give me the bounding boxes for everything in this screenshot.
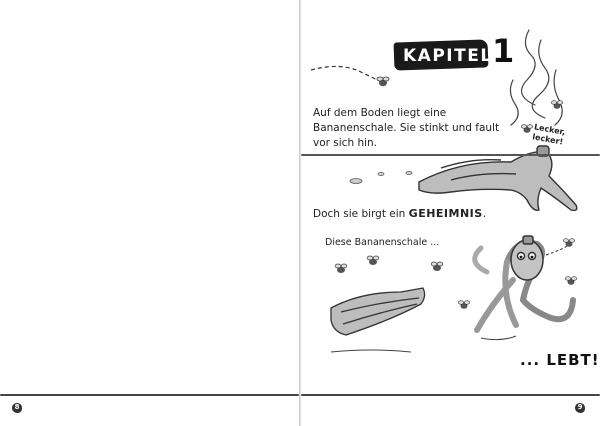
panel-1-caption: Diese Bananenschale ... xyxy=(325,237,440,248)
fly-icon xyxy=(565,276,577,285)
chapter-label: KAPITEL xyxy=(403,46,493,66)
paragraph-2-text: Doch sie birgt ein xyxy=(313,208,409,220)
floor-pebble xyxy=(377,172,385,176)
chapter-number: 1 xyxy=(492,32,515,70)
right-page-number-text: 9 xyxy=(577,403,583,411)
left-page: 8 xyxy=(0,0,299,426)
panel-floor-line xyxy=(480,335,517,341)
fly-icon xyxy=(551,100,563,109)
fly-icon xyxy=(376,76,390,87)
right-page-bottom-line xyxy=(301,394,600,396)
left-page-number: 8 xyxy=(10,399,26,415)
left-page-bottom-line xyxy=(0,394,299,396)
comic-panel-1 xyxy=(319,230,451,382)
fly-icon xyxy=(563,238,575,247)
fly-icon xyxy=(458,300,470,309)
fly-flight-path xyxy=(545,245,568,256)
paragraph-2-end: . xyxy=(482,208,487,220)
left-page-number-text: 8 xyxy=(14,403,20,411)
fly-icon xyxy=(366,255,380,265)
panel-floor-line xyxy=(330,349,412,353)
secret-emphasis: GEHEIMNIS xyxy=(408,207,483,220)
story-paragraph-1: Auf dem Boden liegt eine Bananenschale. … xyxy=(313,107,500,149)
fly-icon xyxy=(430,261,444,271)
panel-2-caption: ... LEBT! xyxy=(520,351,600,369)
book-spread: 8 KAPITEL 1 Auf dem Boden liegt eine Ban… xyxy=(0,0,600,426)
floor-pebble xyxy=(405,171,413,175)
right-page: KAPITEL 1 Auf dem Boden liegt eine Banan… xyxy=(301,0,600,426)
right-page-number: 9 xyxy=(573,399,589,415)
fly-speech: Lecker, lecker! xyxy=(532,122,566,147)
living-banana-illustration xyxy=(472,235,576,333)
floor-pebble xyxy=(349,178,363,184)
story-paragraph-2: Doch sie birgt ein GEHEIMNIS. xyxy=(313,207,486,220)
fly-icon xyxy=(334,263,348,273)
fly-flight-path xyxy=(310,65,380,81)
banana-peel-panel-illustration xyxy=(330,287,426,336)
stink-lines xyxy=(509,29,563,126)
ground-line xyxy=(301,154,600,156)
fly-icon xyxy=(521,124,533,133)
